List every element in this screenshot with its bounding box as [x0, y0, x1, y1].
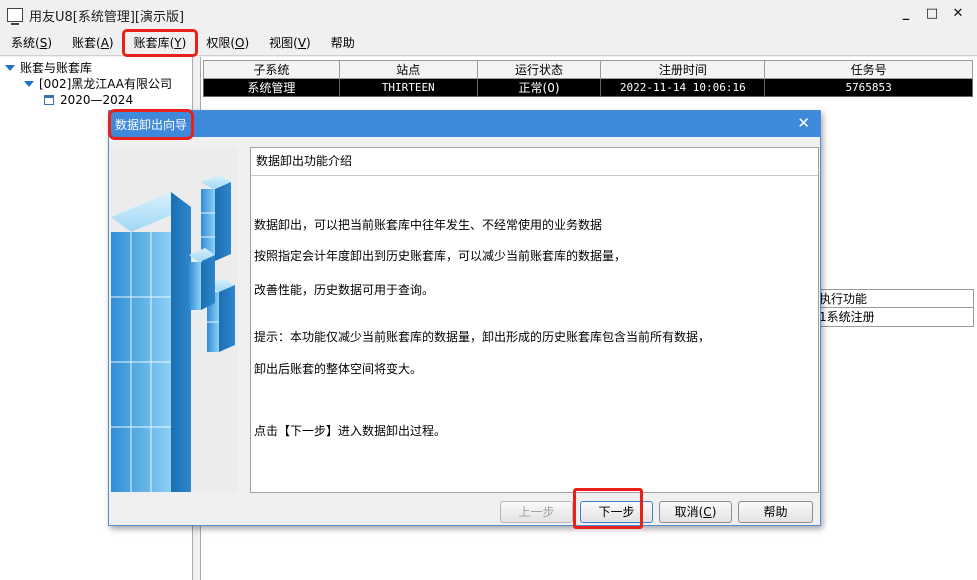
cancel-button[interactable]: 取消(C)	[659, 501, 732, 523]
next-button-highlight	[573, 488, 643, 529]
intro-line-2: 按照指定会计年度卸出到历史账套库，可以减少当前账套库的数据量，	[254, 249, 627, 263]
menu-bar: 系统(S) 账套(A) 账套库(Y) 权限(O) 视图(V) 帮助	[0, 28, 977, 57]
window-title: 用友U8[系统管理][演示版]	[29, 9, 185, 25]
calendar-icon	[44, 95, 54, 105]
table-row[interactable]: 系统管理 THIRTEEN 正常(0) 2022-11-14 10:06:16 …	[203, 78, 973, 97]
col-site[interactable]: 站点	[338, 60, 478, 79]
tree-root[interactable]: 账套与账套库	[5, 60, 92, 76]
database-blocks-icon	[111, 175, 235, 492]
list-item[interactable]: 执行功能	[816, 289, 974, 308]
col-status[interactable]: 运行状态	[476, 60, 602, 79]
content-heading: 数据卸出功能介绍	[251, 148, 818, 176]
dialog-titlebar: 数据卸出向导 ✕	[107, 108, 820, 140]
wizard-illustration	[111, 147, 238, 493]
cell-status: 正常(0)	[476, 78, 602, 97]
function-list: 执行功能 1系统注册	[816, 289, 974, 327]
col-task-no[interactable]: 任务号	[764, 60, 973, 79]
help-button[interactable]: 帮助	[738, 501, 813, 523]
menu-permissions[interactable]: 权限(O)	[197, 32, 258, 54]
list-item[interactable]: 1系统注册	[816, 308, 974, 327]
menu-help[interactable]: 帮助	[322, 32, 364, 54]
tree-root-label: 账套与账套库	[20, 61, 93, 75]
col-register-time[interactable]: 注册时间	[600, 60, 766, 79]
cell-site: THIRTEEN	[338, 78, 478, 97]
maximize-button[interactable]: □	[919, 4, 945, 24]
tree-year-label: 2020—2024	[60, 93, 134, 107]
col-subsystem[interactable]: 子系统	[203, 60, 340, 79]
intro-line-1: 数据卸出，可以把当前账套库中往年发生、不经常使用的业务数据	[254, 218, 603, 232]
tree-company-label: [002]黑龙江AA有限公司	[39, 77, 173, 91]
intro-line-3: 改善性能，历史数据可用于查询。	[254, 283, 435, 297]
cell-task-no: 5765853	[764, 78, 973, 97]
dialog-title: 数据卸出向导	[107, 108, 195, 140]
expand-arrow-icon[interactable]	[24, 81, 34, 87]
menu-view[interactable]: 视图(V)	[260, 32, 320, 54]
data-export-wizard: 数据卸出向导 ✕ 数据卸出功能介绍 数据卸出，可以把当前账套库中往年发生、不经常…	[107, 108, 821, 529]
close-button[interactable]: ✕	[945, 4, 971, 24]
menu-system[interactable]: 系统(S)	[2, 32, 61, 54]
tree-company[interactable]: [002]黑龙江AA有限公司	[24, 76, 172, 92]
close-icon[interactable]: ✕	[797, 114, 810, 132]
menu-account-library[interactable]: 账套库(Y)	[121, 28, 199, 57]
window-titlebar: 用友U8[系统管理][演示版] _ □ ✕	[0, 0, 977, 30]
cell-register-time: 2022-11-14 10:06:16	[600, 78, 766, 97]
expand-arrow-icon[interactable]	[5, 65, 15, 71]
monitor-icon	[7, 8, 23, 25]
tip-line-2: 卸出后账套的整体空间将变大。	[254, 362, 423, 376]
session-grid: 子系统 站点 运行状态 注册时间 任务号 系统管理 THIRTEEN 正常(0)…	[203, 60, 973, 97]
minimize-button[interactable]: _	[893, 4, 919, 24]
menu-account-set[interactable]: 账套(A)	[63, 32, 123, 54]
wizard-content: 数据卸出功能介绍 数据卸出，可以把当前账套库中往年发生、不经常使用的业务数据 按…	[250, 147, 819, 493]
prev-button[interactable]: 上一步	[500, 501, 573, 523]
instruction-line: 点击【下一步】进入数据卸出过程。	[254, 424, 447, 438]
tip-line-1: 提示：本功能仅减少当前账套库的数据量，卸出形成的历史账套库包含当前所有数据，	[254, 330, 711, 344]
cell-subsystem: 系统管理	[203, 78, 340, 97]
tree-year[interactable]: 2020—2024	[44, 92, 133, 108]
